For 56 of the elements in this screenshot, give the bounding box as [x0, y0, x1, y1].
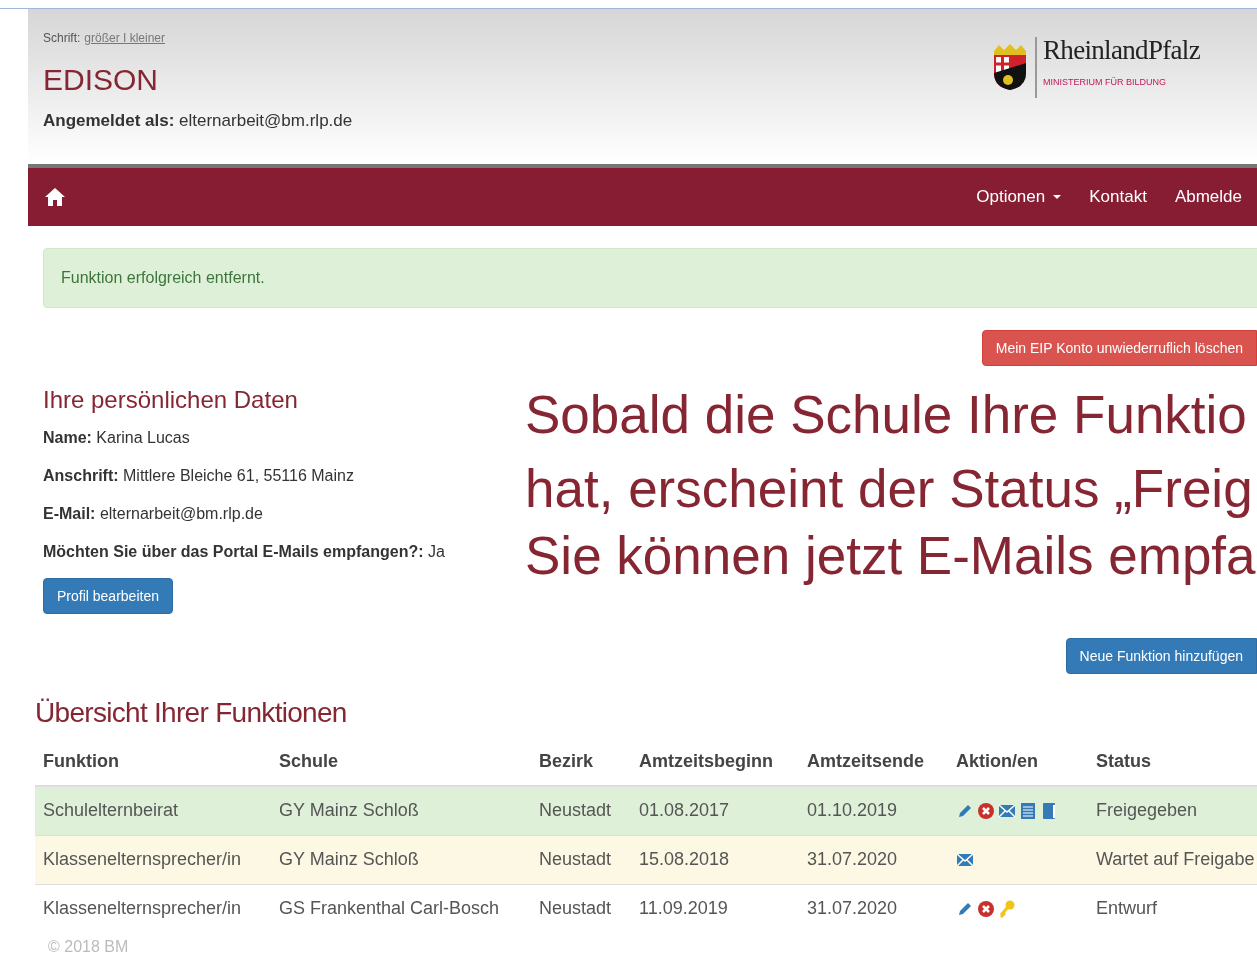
annotation-text: hat, erscheint der Status „Freig: [525, 458, 1254, 521]
table-cell: 01.10.2019: [807, 800, 898, 821]
logo-subtitle: MINISTERIUM FÜR BILDUNG: [1043, 76, 1167, 89]
column-header: Amtzeitsende: [807, 751, 925, 771]
profile-field: Anschrift: Mittlere Bleiche 61, 55116 Mainz: [43, 464, 500, 488]
success-alert: Funktion erfolgreich entfernt.: [43, 248, 1257, 308]
nav-link[interactable]: Abmelde: [1160, 184, 1256, 210]
column-header: Schule: [279, 751, 339, 771]
status-text: Freigegeben: [1096, 800, 1198, 821]
envelope-icon[interactable]: [956, 850, 974, 869]
annotation-text: Sobald die Schule Ihre Funktio: [525, 384, 1248, 446]
nav-link[interactable]: Kontakt: [1075, 184, 1161, 210]
delete-icon[interactable]: [977, 801, 995, 820]
annotation-text: Sie können jetzt E-Mails empfa: [525, 524, 1256, 587]
table-cell: Neustadt: [539, 800, 612, 821]
app-title: EDISON: [43, 63, 160, 96]
section-heading: Übersicht Ihrer Funktionen: [35, 696, 348, 730]
table-cell: Neustadt: [539, 849, 612, 869]
table-cell: Klassenelternsprecher/in: [43, 898, 242, 919]
column-header: Amtzeitsbeginn: [639, 751, 773, 771]
status-text: Wartet auf Freigabe: [1096, 849, 1255, 869]
envelope-icon[interactable]: [998, 801, 1016, 820]
footer-text: © 2018 BM: [48, 937, 130, 957]
table-cell: GY Mainz Schloß: [279, 849, 419, 869]
profile-field: Möchten Sie über das Portal E-Mails empfangen?: Ja: [43, 540, 500, 564]
table-cell: 15.08.2018: [639, 849, 730, 869]
logged-in-text: Angemeldet als: elternarbeit@bm.rlp.de: [43, 110, 353, 132]
delete-account-button[interactable]: Mein EIP Konto unwiederruflich löschen: [981, 330, 1257, 366]
font-size-label: Schrift:: [43, 30, 81, 47]
coat-of-arms-icon: [991, 43, 1029, 91]
table-cell: 31.07.2020: [807, 849, 898, 869]
nav-link[interactable]: Optionen: [962, 184, 1076, 210]
book-icon[interactable]: [1040, 801, 1058, 820]
table-cell: Schulelternbeirat: [43, 800, 179, 821]
section-heading: Ihre persönlichen Daten: [43, 385, 299, 415]
font-size-links[interactable]: größer I kleiner: [84, 29, 166, 47]
table-cell: 11.09.2019: [639, 898, 728, 919]
column-header: Funktion: [43, 751, 119, 771]
table-cell: 01.08.2017: [639, 800, 730, 821]
edit-profile-button[interactable]: Profil bearbeiten: [43, 578, 173, 614]
delete-icon[interactable]: [977, 899, 995, 918]
status-text: Entwurf: [1096, 898, 1158, 919]
logo-wordmark: RheinlandPfalz: [1043, 37, 1200, 64]
table-cell: Neustadt: [539, 898, 612, 919]
table-cell: GY Mainz Schloß: [279, 800, 419, 821]
table-cell: Klassenelternsprecher/in: [43, 849, 242, 869]
table-cell: 31.07.2020: [807, 898, 898, 919]
add-function-button[interactable]: Neue Funktion hinzufügen: [1065, 638, 1257, 674]
column-header: Aktion/en: [956, 751, 1038, 771]
column-header: Status: [1096, 751, 1151, 771]
profile-field: Name: Karina Lucas: [43, 426, 500, 450]
list-icon[interactable]: [1019, 801, 1037, 820]
profile-field: E-Mail: elternarbeit@bm.rlp.de: [43, 502, 500, 526]
table-cell: GS Frankenthal Carl-Bosch: [279, 898, 500, 919]
home-icon[interactable]: [44, 187, 66, 207]
column-header: Bezirk: [539, 751, 594, 771]
